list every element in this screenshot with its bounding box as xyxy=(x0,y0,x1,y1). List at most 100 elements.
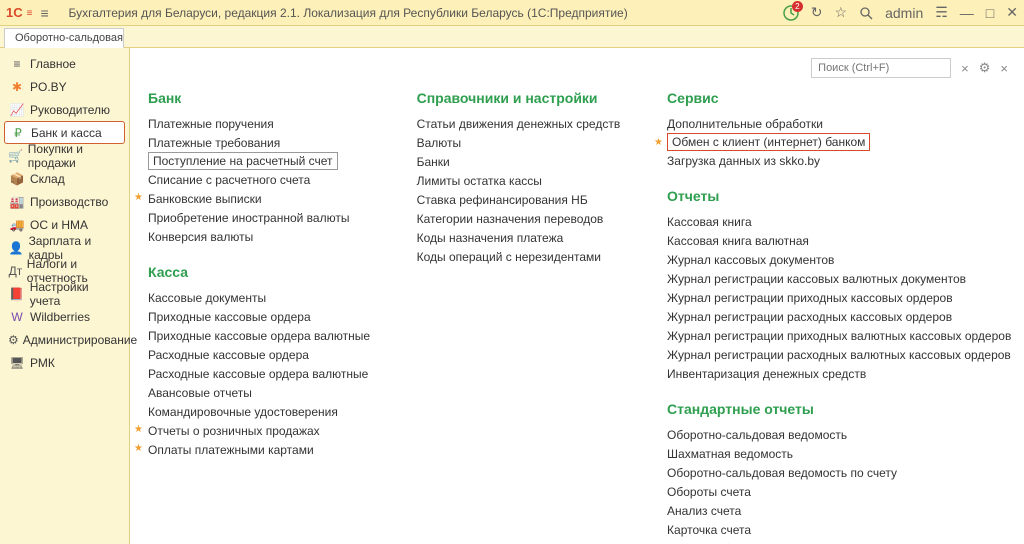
maximize-icon[interactable]: □ xyxy=(986,5,994,21)
link-item[interactable]: Шахматная ведомость xyxy=(667,444,1006,463)
link-item[interactable]: Журнал регистрации приходных валютных ка… xyxy=(667,326,1006,345)
close-icon[interactable]: ✕ xyxy=(1006,4,1018,21)
section-std-reports-title: Стандартные отчеты xyxy=(667,401,1006,417)
link-item[interactable]: Списание с расчетного счета xyxy=(148,170,367,189)
link-item[interactable]: Кассовая книга валютная xyxy=(667,231,1006,250)
main-menu-icon[interactable]: ≡ xyxy=(40,5,58,21)
main-panel: × ⚙ × Банк Платежные порученияПлатежные … xyxy=(130,48,1024,544)
sidebar-item-производство[interactable]: 🏭 Производство xyxy=(0,190,129,213)
link-item[interactable]: Оборотно-сальдовая ведомость xyxy=(667,425,1006,444)
link-item[interactable]: Валюты xyxy=(417,133,617,152)
link-item[interactable]: Кассовые документы xyxy=(148,288,367,307)
window-title: Бухгалтерия для Беларуси, редакция 2.1. … xyxy=(68,6,782,20)
sidebar-item-рмк[interactable]: 🖥РМК xyxy=(0,351,129,374)
link-item[interactable]: Обмен с клиент (интернет) банком xyxy=(667,133,870,151)
sidebar-item-label: Главное xyxy=(30,57,76,71)
link-item[interactable]: Поступление на расчетный счет xyxy=(148,152,338,170)
notifications-icon[interactable]: 2 xyxy=(783,5,799,21)
list-service: Дополнительные обработкиОбмен с клиент (… xyxy=(667,114,1006,170)
sidebar-item-label: Производство xyxy=(30,195,108,209)
minimize-icon[interactable]: — xyxy=(960,5,974,21)
sidebar-item-wildberries[interactable]: WWildberries xyxy=(0,305,129,328)
column-service-reports: Сервис Дополнительные обработкиОбмен с к… xyxy=(667,86,1006,544)
link-item[interactable]: Платежные поручения xyxy=(148,114,367,133)
list-bank: Платежные порученияПлатежные требованияП… xyxy=(148,114,367,246)
link-item[interactable]: Приобретение иностранной валюты xyxy=(148,208,367,227)
sidebar-icon: ⚙ xyxy=(8,333,19,347)
link-item[interactable]: Банки xyxy=(417,152,617,171)
sidebar-icon: 🚚 xyxy=(8,218,26,232)
link-item[interactable]: Платежные требования xyxy=(148,133,367,152)
link-item[interactable]: Отчеты о розничных продажах xyxy=(148,421,367,440)
link-item[interactable]: Статьи движения денежных средств xyxy=(417,114,617,133)
section-bank-title: Банк xyxy=(148,90,367,106)
link-item[interactable]: Приходные кассовые ордера валютные xyxy=(148,326,367,345)
link-item[interactable]: Обороты счета xyxy=(667,482,1006,501)
link-item[interactable]: Кассовая книга xyxy=(667,212,1006,231)
sidebar-item-po-by[interactable]: ✱PO.BY xyxy=(0,75,129,98)
link-item[interactable]: Карточка счета xyxy=(667,520,1006,539)
sidebar-item-склад[interactable]: 📦Склад xyxy=(0,167,129,190)
link-item[interactable]: Журнал регистрации расходных кассовых ор… xyxy=(667,307,1006,326)
sidebar-icon: 📕 xyxy=(8,287,26,301)
link-item[interactable]: Конверсия валюты xyxy=(148,227,367,246)
sidebar-icon: 🏭 xyxy=(8,195,26,209)
link-item[interactable]: Расходные кассовые ордера xyxy=(148,345,367,364)
link-item[interactable]: Оборотно-сальдовая ведомость по счету xyxy=(667,463,1006,482)
link-item[interactable]: Коды операций с нерезидентами xyxy=(417,247,617,266)
list-kassa: Кассовые документыПриходные кассовые орд… xyxy=(148,288,367,459)
link-item[interactable]: Журнал кассовых документов xyxy=(667,250,1006,269)
link-item[interactable]: Лимиты остатка кассы xyxy=(417,171,617,190)
settings-icon[interactable]: ☴ xyxy=(935,4,948,21)
sidebar-item-администрирование[interactable]: ⚙Администрирование xyxy=(0,328,129,351)
link-item[interactable]: Анализ счета xyxy=(667,501,1006,520)
search-icon[interactable] xyxy=(859,6,873,20)
sidebar-item-label: Склад xyxy=(30,172,65,186)
favorites-icon[interactable]: ☆ xyxy=(835,4,848,21)
sidebar-item-руководителю[interactable]: 📈Руководителю xyxy=(0,98,129,121)
sidebar-item-label: PO.BY xyxy=(30,80,67,94)
link-item[interactable]: Приходные кассовые ордера xyxy=(148,307,367,326)
link-item[interactable]: Журнал регистрации кассовых валютных док… xyxy=(667,269,1006,288)
link-item[interactable]: Анализ субконто xyxy=(667,539,1006,544)
link-item[interactable]: Расходные кассовые ордера валютные xyxy=(148,364,367,383)
link-item[interactable]: Инвентаризация денежных средств xyxy=(667,364,1006,383)
sidebar-item-настройки-учета[interactable]: 📕 Настройки учета xyxy=(0,282,129,305)
section-kassa-title: Касса xyxy=(148,264,367,280)
app-logo: 1C xyxy=(6,5,23,20)
link-item[interactable]: Оплаты платежными картами xyxy=(148,440,367,459)
tab-osv[interactable]: Оборотно-сальдовая ведомо... xyxy=(4,28,124,48)
sidebar-icon: 📈 xyxy=(8,103,26,117)
sidebar-item-главное[interactable]: ≡Главное xyxy=(0,52,129,75)
search-clear-icon[interactable]: × xyxy=(961,61,969,76)
notification-badge: 2 xyxy=(792,1,803,12)
list-sprav: Статьи движения денежных средствВалютыБа… xyxy=(417,114,617,266)
sidebar-item-label: Администрирование xyxy=(23,333,137,347)
link-item[interactable]: Журнал регистрации приходных кассовых ор… xyxy=(667,288,1006,307)
list-reports: Кассовая книгаКассовая книга валютнаяЖур… xyxy=(667,212,1006,383)
sidebar-item-label: Настройки учета xyxy=(30,280,121,308)
sidebar-item-label: Покупки и продажи xyxy=(28,142,121,170)
section-service-title: Сервис xyxy=(667,90,1006,106)
link-item[interactable]: Командировочные удостоверения xyxy=(148,402,367,421)
link-item[interactable]: Коды назначения платежа xyxy=(417,228,617,247)
sidebar-icon: 🛒 xyxy=(8,149,24,163)
link-item[interactable]: Ставка рефинансирования НБ xyxy=(417,190,617,209)
titlebar: 1C ≡ ≡ Бухгалтерия для Беларуси, редакци… xyxy=(0,0,1024,26)
search-input[interactable] xyxy=(811,58,951,78)
link-item[interactable]: Категории назначения переводов xyxy=(417,209,617,228)
link-item[interactable]: Дополнительные обработки xyxy=(667,114,1006,133)
sidebar-icon: ₽ xyxy=(9,126,27,140)
sidebar-icon: 👤 xyxy=(8,241,25,255)
sidebar-item-покупки-и-продажи[interactable]: 🛒 Покупки и продажи xyxy=(0,144,129,167)
column-spravochniki: Справочники и настройки Статьи движения … xyxy=(417,86,617,544)
link-item[interactable]: Банковские выписки xyxy=(148,189,367,208)
settings-gear-icon[interactable]: ⚙ xyxy=(979,60,991,76)
sidebar-item-label: Wildberries xyxy=(30,310,90,324)
history-icon[interactable]: ↻ xyxy=(811,4,823,21)
link-item[interactable]: Авансовые отчеты xyxy=(148,383,367,402)
link-item[interactable]: Загрузка данных из skko.by xyxy=(667,151,1006,170)
user-label[interactable]: admin xyxy=(885,5,923,21)
link-item[interactable]: Журнал регистрации расходных валютных ка… xyxy=(667,345,1006,364)
panel-close-icon[interactable]: × xyxy=(1000,61,1008,76)
